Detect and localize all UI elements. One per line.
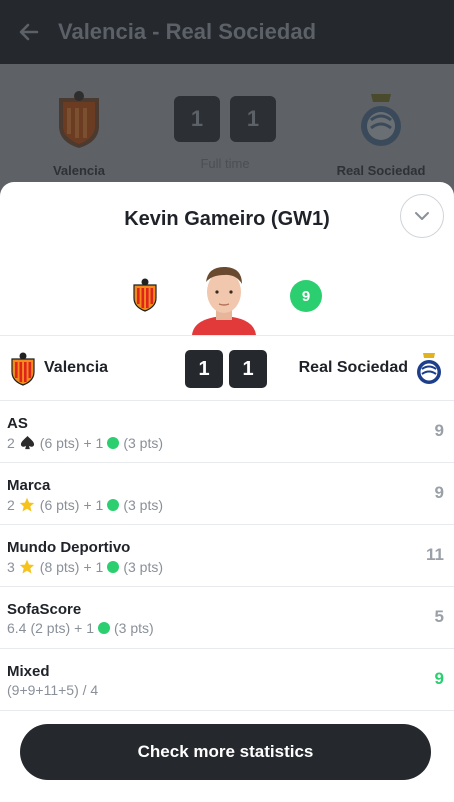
rating-points: (6 pts) [39,496,80,513]
away-score: 1 [230,96,276,142]
background-score: 1 1 [174,96,276,142]
check-more-statistics-button[interactable]: Check more statistics [20,724,431,780]
bonus-count: + 1 [74,620,95,636]
background-match-header: Valencia 1 1 Full time Real Sociedad [0,64,454,182]
bonus-points: (3 pts) [123,496,164,513]
source-name: Marca [7,477,51,494]
home-team-name: Valencia [44,359,109,376]
away-team-name: Real Sociedad [336,163,426,178]
chevron-down-icon [415,212,429,220]
source-breakdown: 3 (8 pts) + 1 (3 pts) [7,558,163,575]
green-dot-icon [98,622,111,634]
home-score: 1 [185,350,223,388]
match-score: 1 1 [185,350,267,388]
match-status: Full time [200,156,250,171]
player-points-sheet: Kevin Gameiro (GW1) 9 Valencia 1 1 Real … [0,182,454,802]
bonus-count: + 1 [83,558,104,575]
arrow-left-icon [19,23,39,41]
source-breakdown: 6.4 (2 pts) + 1 (3 pts) [7,620,154,636]
source-score: 5 [434,607,444,626]
source-name: AS [7,415,28,432]
valencia-crest-icon [133,278,157,312]
points-badge: 9 [290,280,322,312]
mixed-score: 9 [434,669,444,688]
source-name: Mixed [7,663,50,680]
rating-points: (6 pts) [39,434,80,451]
home-team-name: Valencia [52,163,106,178]
green-dot-icon [107,436,120,449]
sheet-header: Kevin Gameiro (GW1) 9 [0,182,454,335]
mixed-formula: (9+9+11+5) / 4 [7,682,99,698]
bonus-points: (3 pts) [123,434,164,451]
bonus-count: + 1 [83,496,104,513]
player-title: Kevin Gameiro (GW1) [124,208,330,230]
source-score: 9 [434,483,444,502]
source-breakdown: 2 (6 pts) + 1 (3 pts) [7,496,163,513]
away-team: Real Sociedad [316,90,446,178]
source-row-mundo-deportivo: Mundo Deportivo 3 (8 pts) + 1 (3 pts) 11 [0,525,454,587]
source-row-as: AS 2 (6 pts) + 1 (3 pts) 9 [0,401,454,463]
source-name: Mundo Deportivo [7,539,131,556]
source-breakdown: 2 (6 pts) + 1 (3 pts) [7,434,163,451]
star-icon [19,496,36,513]
source-row-sofascore: SofaScore 6.4 (2 pts) + 1 (3 pts) 5 [0,587,454,649]
bonus-points: (3 pts) [114,620,154,636]
rating-value: 6.4 [7,620,27,636]
home-score: 1 [174,96,220,142]
back-button[interactable] [0,0,58,64]
bonus-points: (3 pts) [123,558,164,575]
page-title: Valencia - Real Sociedad [58,19,317,44]
collapse-button[interactable] [400,194,444,238]
source-row-marca: Marca 2 (6 pts) + 1 (3 pts) 9 [0,463,454,525]
rating-count: 2 [7,434,15,451]
source-score: 11 [426,545,444,564]
away-team-name: Real Sociedad [298,359,408,376]
real-sociedad-crest-icon [417,353,441,384]
spade-icon [19,434,36,451]
source-row-mixed: Mixed (9+9+11+5) / 4 9 [0,649,454,711]
source-name: SofaScore [7,601,82,618]
real-sociedad-crest-icon [361,94,401,146]
player-photo [186,260,262,335]
valencia-crest-icon [59,91,99,148]
rating-count: 2 [7,496,15,513]
home-team: Valencia [14,90,144,178]
away-score: 1 [229,350,267,388]
source-score: 9 [434,421,444,440]
rating-count: 3 [7,558,15,575]
rating-points: (8 pts) [39,558,80,575]
match-row: Valencia 1 1 Real Sociedad [0,335,454,401]
rating-points: (2 pts) [30,620,71,636]
star-icon [19,558,36,575]
valencia-crest-icon [11,352,35,386]
bonus-count: + 1 [83,434,104,451]
green-dot-icon [107,498,120,511]
top-bar: Valencia - Real Sociedad [0,0,454,64]
green-dot-icon [107,560,120,573]
